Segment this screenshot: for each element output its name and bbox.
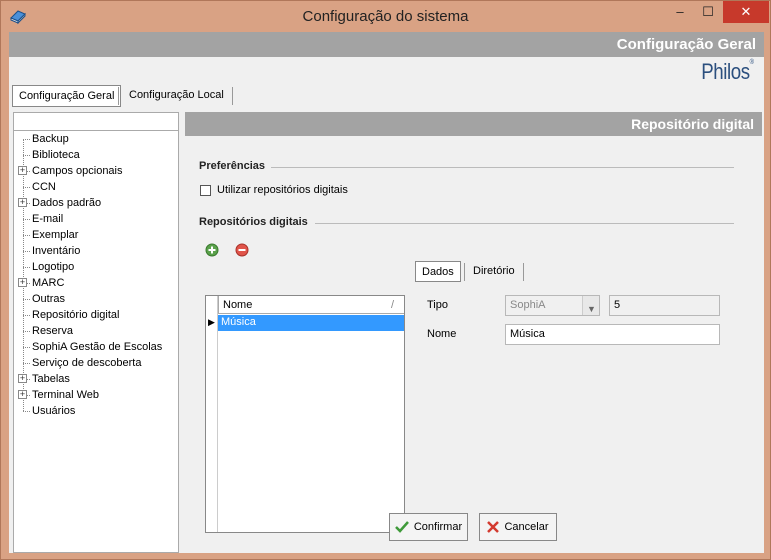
- tab-separator: [523, 263, 524, 281]
- brand-name: Philos: [701, 59, 751, 84]
- tree-item[interactable]: SophiA Gestão de Escolas: [32, 339, 162, 355]
- confirm-button[interactable]: Confirmar: [389, 513, 468, 541]
- tipo-label: Tipo: [427, 299, 448, 311]
- expand-icon[interactable]: +: [18, 390, 27, 399]
- tree-guide: [23, 347, 30, 348]
- window: Configuração do sistema – ☐ ✕ Configuraç…: [0, 0, 771, 560]
- grid-cell-nome: Música: [221, 316, 256, 328]
- tree-item[interactable]: Reserva: [32, 323, 73, 339]
- tab-separator: [464, 263, 465, 281]
- row-indicator-column: [206, 296, 218, 532]
- check-icon: [394, 521, 409, 533]
- tab-separator: [232, 87, 233, 105]
- tab-configuracao-local[interactable]: Configuração Local: [123, 85, 230, 107]
- tree-item[interactable]: Exemplar: [32, 227, 78, 243]
- expand-icon[interactable]: +: [18, 166, 27, 175]
- expand-icon[interactable]: +: [18, 198, 27, 207]
- tree-item[interactable]: CCN: [32, 179, 56, 195]
- nome-input[interactable]: Música: [505, 324, 720, 345]
- tree-item[interactable]: Biblioteca: [32, 147, 80, 163]
- tree-item[interactable]: Dados padrão: [32, 195, 101, 211]
- tree-guide: [23, 251, 30, 252]
- preferences-divider: [271, 167, 734, 168]
- expand-icon[interactable]: +: [18, 374, 27, 383]
- tab-dados[interactable]: Dados: [415, 261, 461, 282]
- combo-arrow-glyph: ▼: [587, 304, 596, 314]
- tree-guide: [23, 267, 30, 268]
- cancel-button[interactable]: Cancelar: [479, 513, 557, 541]
- header-band: Configuração Geral: [9, 32, 764, 57]
- expand-icon[interactable]: +: [18, 278, 27, 287]
- cancel-label: Cancelar: [504, 521, 549, 533]
- chevron-down-icon[interactable]: ▼: [582, 296, 599, 315]
- tree-guide: [23, 299, 30, 300]
- tree-filter-input[interactable]: [14, 113, 178, 131]
- tree-guide: [23, 155, 30, 156]
- nome-input-value: Música: [510, 328, 545, 340]
- settings-tree[interactable]: Backup Biblioteca + Campos opcionais CCN + Dad…: [13, 112, 179, 553]
- tipo-code-field: 5: [609, 295, 720, 316]
- tree-item[interactable]: Serviço de descoberta: [32, 355, 141, 371]
- use-repositories-checkbox[interactable]: [200, 185, 211, 196]
- tree-item[interactable]: Repositório digital: [32, 307, 119, 323]
- tree-guide: [23, 139, 30, 140]
- use-repositories-label: Utilizar repositórios digitais: [217, 184, 348, 196]
- tree-item[interactable]: Backup: [32, 131, 69, 147]
- brand-logo: Philos®: [701, 59, 755, 85]
- client-area: Configuração Geral Philos® Configuração …: [9, 32, 764, 553]
- section-band: Repositório digital: [185, 112, 762, 136]
- section-title: Repositório digital: [631, 116, 754, 132]
- tipo-select[interactable]: SophiA ▼: [505, 295, 600, 316]
- tree-item[interactable]: Inventário: [32, 243, 80, 259]
- preferences-heading: Preferências: [199, 160, 266, 172]
- tipo-select-value: SophiA: [510, 299, 546, 311]
- table-row[interactable]: Música: [218, 315, 404, 331]
- tree-item[interactable]: Tabelas: [32, 371, 70, 387]
- header-title: Configuração Geral: [616, 36, 756, 53]
- sort-icon: /: [390, 299, 394, 311]
- tree-item[interactable]: Logotipo: [32, 259, 74, 275]
- tree-item[interactable]: E-mail: [32, 211, 63, 227]
- tree-item[interactable]: Campos opcionais: [32, 163, 123, 179]
- tree-guide-line: [23, 139, 24, 411]
- remove-icon[interactable]: [235, 243, 249, 257]
- x-icon: [487, 521, 500, 533]
- tree-guide: [23, 235, 30, 236]
- tab-separator: [118, 87, 119, 105]
- title-bar[interactable]: Configuração do sistema – ☐ ✕: [1, 1, 770, 32]
- tree-item[interactable]: Terminal Web: [32, 387, 99, 403]
- window-title: Configuração do sistema: [302, 8, 469, 25]
- grid-header-nome[interactable]: Nome /: [218, 296, 404, 314]
- grid-header-label: Nome: [223, 299, 253, 311]
- tree-guide: [23, 363, 30, 364]
- current-row-icon: ▶: [208, 317, 215, 327]
- add-icon[interactable]: [205, 243, 219, 257]
- main-panel: Repositório digital Preferências Utiliza…: [183, 112, 764, 553]
- tree-guide: [23, 187, 30, 188]
- repositories-heading: Repositórios digitais: [199, 216, 308, 228]
- tree-guide: [23, 411, 30, 412]
- tree-item[interactable]: MARC: [32, 275, 64, 291]
- tab-diretorio[interactable]: Diretório: [467, 261, 521, 282]
- tree-guide: [23, 315, 30, 316]
- maximize-button[interactable]: ☐: [694, 1, 722, 23]
- repositories-divider: [315, 223, 734, 224]
- close-button[interactable]: ✕: [723, 1, 769, 23]
- tab-configuracao-geral[interactable]: Configuração Geral: [12, 85, 122, 107]
- tree-item[interactable]: Usuários: [32, 403, 75, 419]
- minimize-button[interactable]: –: [664, 1, 696, 23]
- nome-label: Nome: [427, 328, 457, 340]
- tree-guide: [23, 219, 30, 220]
- tree-guide: [23, 331, 30, 332]
- tipo-code-value: 5: [614, 299, 621, 311]
- tree-item[interactable]: Outras: [32, 291, 65, 307]
- repositories-grid[interactable]: Nome / ▶ Música: [205, 295, 405, 533]
- confirm-label: Confirmar: [413, 521, 463, 533]
- brand-mark: ®: [750, 59, 754, 66]
